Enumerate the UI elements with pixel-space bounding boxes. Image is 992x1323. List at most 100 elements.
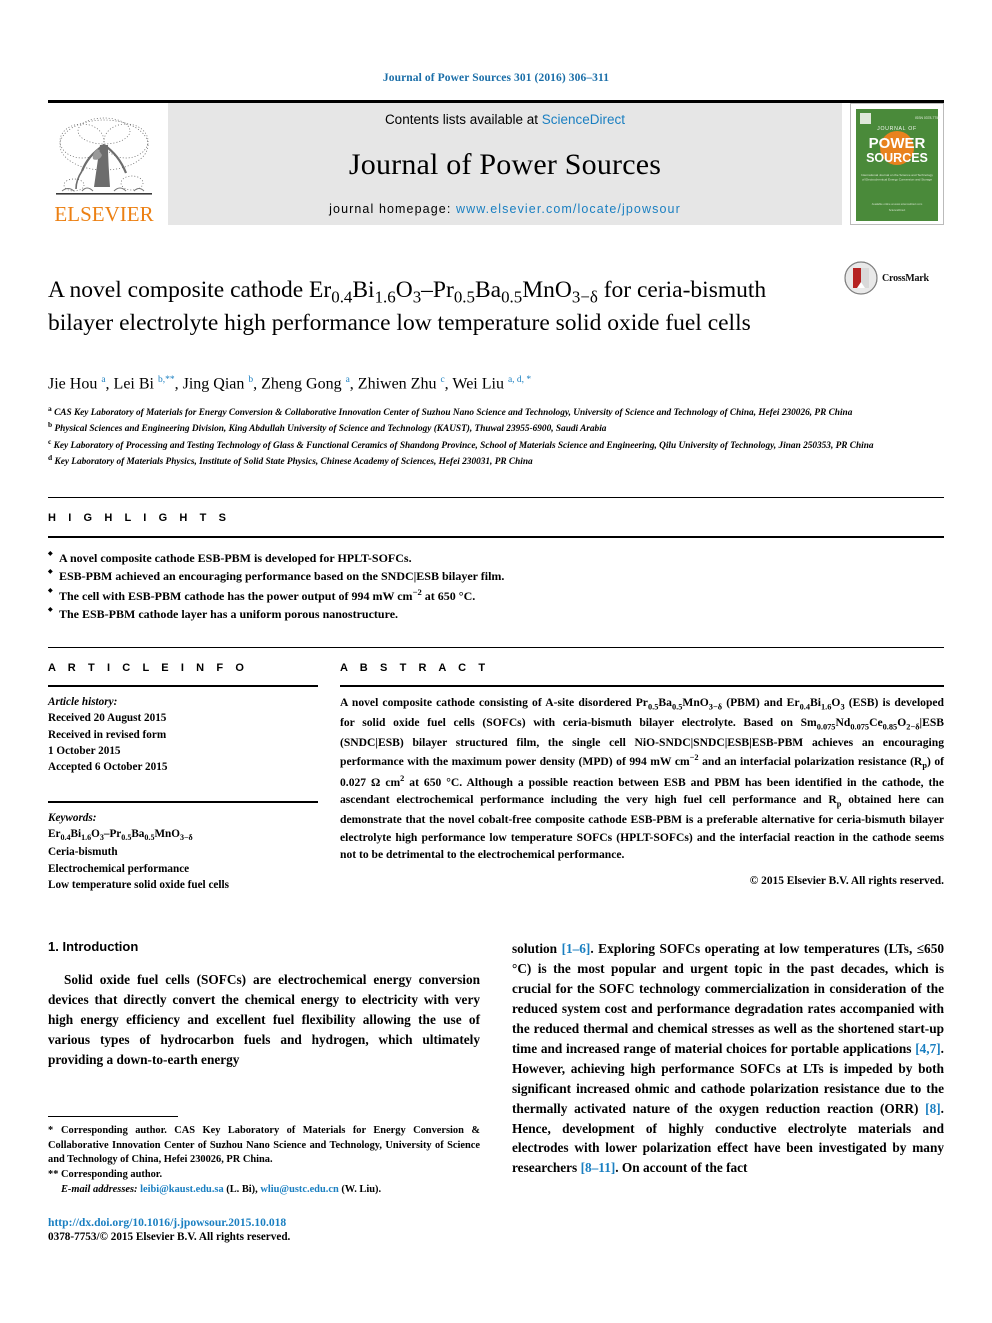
sciencedirect-link[interactable]: ScienceDirect — [542, 112, 625, 127]
email-link-1[interactable]: leibi@kaust.edu.sa — [140, 1184, 224, 1195]
journal-homepage-line: journal homepage: www.elsevier.com/locat… — [329, 202, 681, 216]
keywords-label: Keywords: — [48, 812, 97, 825]
highlights-section: H I G H L I G H T S A novel composite ca… — [48, 497, 944, 623]
affiliation-b: b Physical Sciences and Engineering Divi… — [48, 420, 607, 435]
journal-cover-thumbnail: ISSN 0378-7753 JOURNAL OF POWER SOURCES … — [850, 103, 944, 225]
footnote-mark-1: * — [48, 1124, 54, 1136]
history-line: Accepted 6 October 2015 — [48, 761, 168, 774]
footnote-mark-2: ** — [48, 1169, 59, 1181]
citation-ref-4[interactable]: [8–11] — [581, 1160, 616, 1175]
affiliation-list: a CAS Key Laboratory of Materials for En… — [48, 404, 944, 469]
highlight-item: ESB-PBM achieved an encouraging performa… — [48, 567, 944, 585]
article-title: A novel composite cathode Er0.4Bi1.6O3–P… — [48, 276, 767, 337]
article-info-rule — [48, 685, 318, 688]
affiliation-a: a CAS Key Laboratory of Materials for En… — [48, 404, 853, 419]
right-text-5: . On account of the fact — [615, 1160, 748, 1176]
introduction-heading: 1. Introduction — [48, 939, 139, 955]
abstract-column: A B S T R A C T A novel composite cathod… — [340, 662, 944, 893]
journal-cover-art: ISSN 0378-7753 JOURNAL OF POWER SOURCES … — [851, 104, 943, 224]
highlights-list: A novel composite cathode ESB-PBM is dev… — [48, 549, 944, 623]
abstract-text: A novel composite cathode consisting of … — [340, 696, 945, 862]
email-link-2[interactable]: wliu@ustc.edu.cn — [260, 1184, 338, 1195]
journal-masthead: ELSEVIER Contents lists available at Sci… — [48, 100, 944, 225]
doi-block: http://dx.doi.org/10.1016/j.jpowsour.201… — [48, 1216, 480, 1243]
intro-paragraph-right: solution [1–6]. Exploring SOFCs operatin… — [512, 939, 944, 1178]
right-text-2: . Exploring SOFCs operating at low tempe… — [512, 941, 944, 1056]
email-owner-1: (L. Bi), — [226, 1183, 258, 1195]
elsevier-logo: ELSEVIER — [48, 103, 160, 225]
footnote-corresponding-1: * Corresponding author. CAS Key Laborator… — [48, 1124, 480, 1168]
homepage-prefix: journal homepage: — [329, 202, 456, 216]
crossmark-icon — [844, 261, 878, 295]
abstract-rule — [340, 685, 944, 688]
highlight-item: A novel composite cathode ESB-PBM is dev… — [48, 549, 944, 567]
running-head: Journal of Power Sources 301 (2016) 306–… — [382, 72, 610, 84]
footnote-rule — [48, 1115, 178, 1117]
citation-ref-2[interactable]: [4,7] — [915, 1041, 940, 1056]
intro-paragraph-left: Solid oxide fuel cells (SOFCs) are elect… — [48, 970, 480, 1070]
svg-text:POWER: POWER — [869, 135, 926, 152]
affiliation-c-text: Key Laboratory of Processing and Testing… — [53, 440, 874, 451]
email-addresses-label: E-mail addresses: — [61, 1183, 138, 1195]
highlight-item: The ESB-PBM cathode layer has a uniform … — [48, 605, 944, 623]
article-history-label: Article history: — [48, 696, 118, 709]
journal-homepage-link[interactable]: www.elsevier.com/locate/jpowsour — [456, 202, 681, 216]
intro-paragraph-left-text: Solid oxide fuel cells (SOFCs) are elect… — [48, 972, 480, 1067]
abstract-heading: A B S T R A C T — [340, 662, 490, 675]
citation-ref-3[interactable]: [8] — [925, 1101, 941, 1116]
issn-copyright-line: 0378-7753/© 2015 Elsevier B.V. All right… — [48, 1230, 291, 1243]
right-text-1: solution — [512, 941, 562, 957]
keywords-body: Keywords: Er0.4Bi1.6O3–Pr0.5Ba0.5MnO3−δ … — [48, 810, 318, 893]
history-line: Received 20 August 2015 — [48, 712, 167, 725]
svg-text:of Electrochemical Energy Conv: of Electrochemical Energy Conversion and… — [862, 178, 932, 182]
author-list: Jie Hou a, Lei Bi b,**, Jing Qian b, Zhe… — [48, 374, 532, 393]
affiliation-d-text: Key Laboratory of Materials Physics, Ins… — [54, 456, 533, 467]
affiliation-d: d Key Laboratory of Materials Physics, I… — [48, 452, 533, 467]
article-info-heading: A R T I C L E I N F O — [48, 662, 249, 675]
crossmark-label: CrossMark — [882, 272, 929, 284]
affiliation-c: c Key Laboratory of Processing and Testi… — [48, 436, 874, 451]
keyword-item: Electrochemical performance — [48, 862, 190, 875]
crossmark-badge[interactable]: CrossMark — [844, 259, 944, 295]
abstract-copyright: © 2015 Elsevier B.V. All rights reserved… — [749, 874, 944, 887]
body-columns: 1. Introduction Solid oxide fuel cells (… — [48, 939, 944, 1243]
affiliation-a-text: CAS Key Laboratory of Materials for Ener… — [54, 408, 853, 419]
doi-link[interactable]: http://dx.doi.org/10.1016/j.jpowsour.201… — [48, 1216, 480, 1229]
elsevier-wordmark: ELSEVIER — [54, 202, 154, 226]
svg-text:International Journal on the S: International Journal on the Science and… — [861, 173, 933, 177]
citation-ref-1[interactable]: [1–6] — [562, 941, 591, 956]
highlights-top-rule: H I G H L I G H T S — [48, 497, 944, 524]
email-owner-2: (W. Liu). — [341, 1183, 382, 1195]
history-line: Received in revised form — [48, 728, 167, 741]
abstract-body: A novel composite cathode consisting of … — [340, 694, 944, 889]
keyword-item: Er0.4Bi1.6O3–Pr0.5Ba0.5MnO3−δ — [48, 828, 193, 843]
highlight-item: The cell with ESB-PBM cathode has the po… — [48, 586, 944, 605]
contents-available-line: Contents lists available at ScienceDirec… — [385, 112, 625, 127]
body-column-left: 1. Introduction Solid oxide fuel cells (… — [48, 939, 480, 1243]
journal-title: Journal of Power Sources — [348, 147, 662, 181]
body-column-right: solution [1–6]. Exploring SOFCs operatin… — [512, 939, 944, 1243]
keyword-item: Low temperature solid oxide fuel cells — [48, 878, 229, 891]
footnote-corresponding-2-text: Corresponding author. — [61, 1169, 163, 1181]
info-abstract-region: A R T I C L E I N F O Article history: R… — [48, 647, 944, 893]
keyword-item: Ceria-bismuth — [48, 846, 118, 859]
article-info-column: A R T I C L E I N F O Article history: R… — [48, 662, 340, 893]
keywords-rule — [48, 801, 318, 804]
highlights-rule — [48, 536, 944, 539]
footnote-emails: E-mail addresses: leibi@kaust.edu.sa (L.… — [48, 1183, 480, 1198]
paper-page: Journal of Power Sources 301 (2016) 306–… — [0, 0, 992, 1323]
article-history-block: Article history: Received 20 August 2015… — [48, 694, 318, 775]
svg-text:ScienceDirect: ScienceDirect — [889, 208, 906, 212]
keywords-block: Keywords: Er0.4Bi1.6O3–Pr0.5Ba0.5MnO3−δ … — [48, 801, 318, 893]
history-line: 1 October 2015 — [48, 744, 121, 757]
svg-text:ISSN 0378-7753: ISSN 0378-7753 — [915, 116, 940, 120]
svg-text:Available online at www.scienc: Available online at www.sciencedirect.co… — [872, 202, 923, 206]
footnotes-block: * Corresponding author. CAS Key Laborator… — [48, 1115, 480, 1243]
contents-prefix: Contents lists available at — [384, 112, 542, 127]
svg-text:SOURCES: SOURCES — [866, 151, 928, 165]
elsevier-tree-icon — [56, 117, 152, 195]
footnote-corresponding-2: ** Corresponding author. — [48, 1168, 480, 1183]
affiliation-b-text: Physical Sciences and Engineering Divisi… — [54, 424, 607, 435]
title-block: A novel composite cathode Er0.4Bi1.6O3–P… — [48, 259, 944, 355]
journal-band: Contents lists available at ScienceDirec… — [168, 103, 842, 225]
